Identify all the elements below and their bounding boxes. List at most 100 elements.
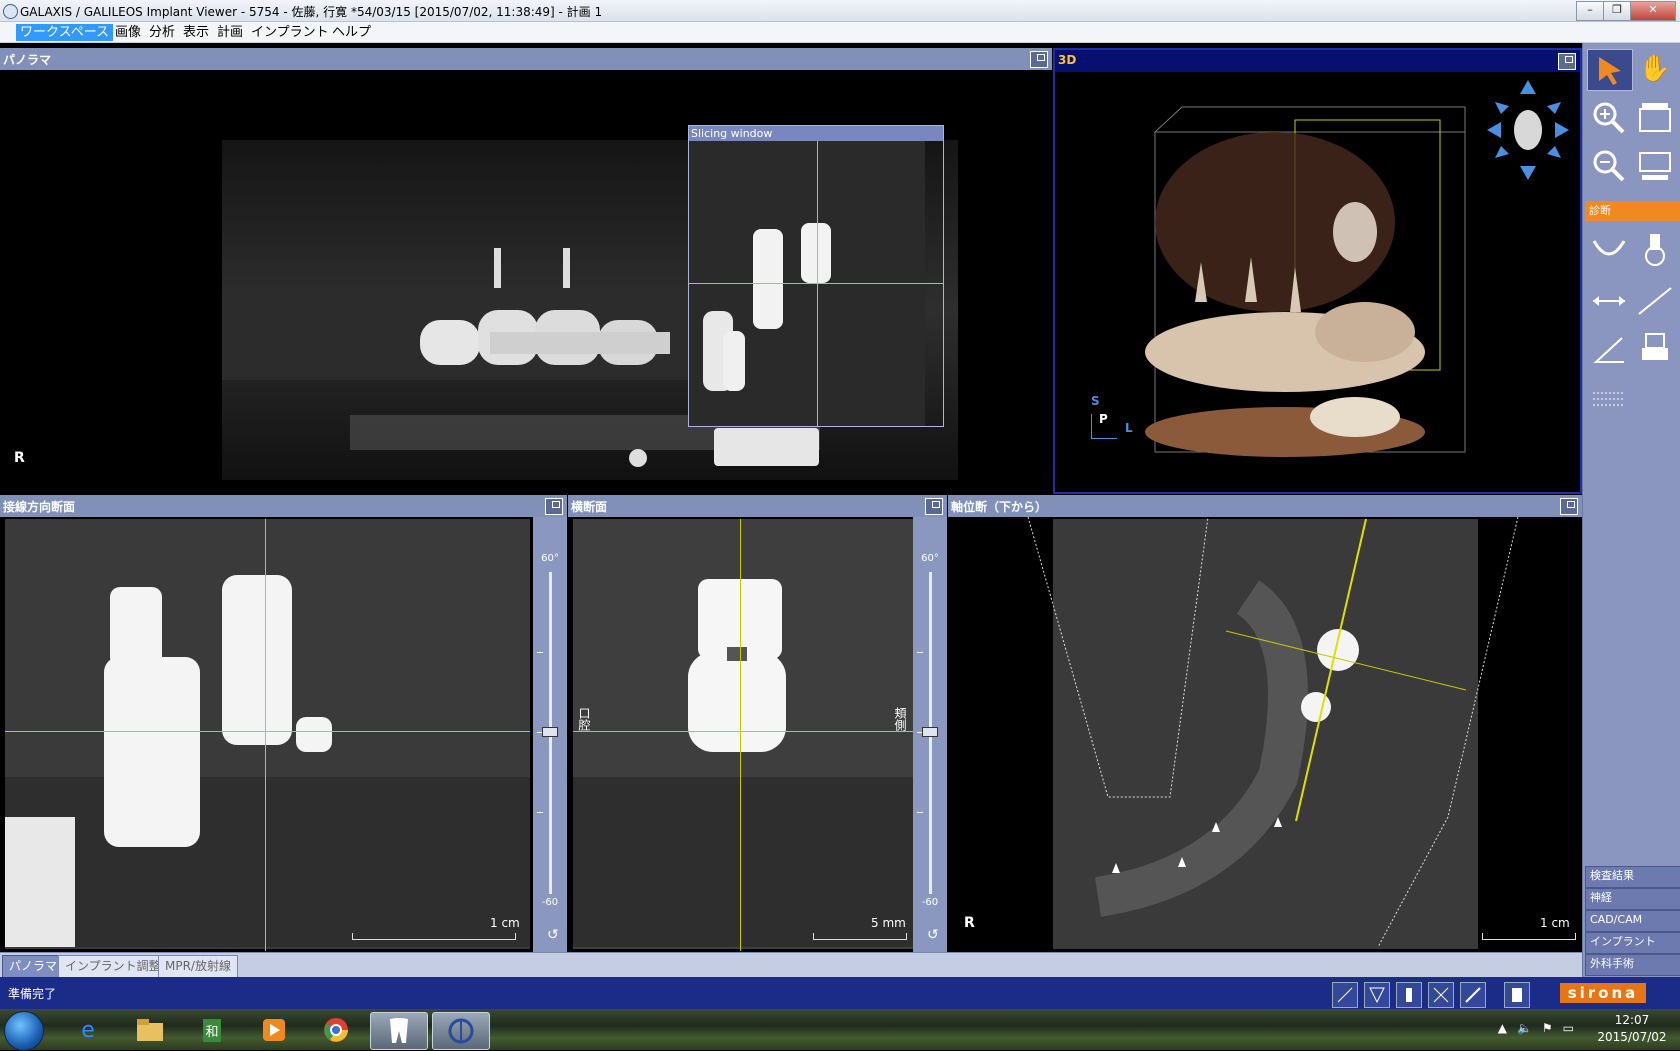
drill-icon[interactable] xyxy=(1460,982,1486,1008)
tangential-pane[interactable]: 接線方向断面 1 cm 60° -60 ↺ xyxy=(0,495,567,952)
nerve-tool-icon[interactable] xyxy=(1633,229,1677,269)
maximize-icon[interactable] xyxy=(545,498,563,515)
implant-button[interactable]: インプラント xyxy=(1585,932,1680,954)
internet-explorer-icon[interactable]: e xyxy=(60,1012,116,1048)
crosshair-horizontal xyxy=(573,731,913,732)
reset-slider-icon[interactable]: ↺ xyxy=(927,927,939,943)
density-measure-icon[interactable] xyxy=(1587,379,1631,419)
menu-plan[interactable]: 計画 xyxy=(213,24,247,41)
tangential-xray-graphic xyxy=(5,519,530,949)
maximize-icon[interactable] xyxy=(1560,498,1578,515)
workspace-tab-bar: パノラマ インプラント調整 MPR/放射線 xyxy=(0,952,1582,979)
sidexis-app-icon[interactable] xyxy=(370,1012,428,1050)
file-explorer-icon[interactable] xyxy=(122,1012,178,1048)
select-arrow-icon[interactable] xyxy=(1587,49,1633,91)
findings-button[interactable]: 検査結果 xyxy=(1585,866,1680,888)
axial-image[interactable]: R 1 cm xyxy=(948,517,1582,952)
panorama-image[interactable]: Slicing window R xyxy=(0,70,1052,494)
implant-view-icon[interactable] xyxy=(1396,982,1422,1008)
orientation-marker: R xyxy=(14,450,25,466)
menu-bar: ワークスペース 画像 分析 表示 計画 インプラント ヘルプ xyxy=(0,22,1680,43)
chrome-icon[interactable] xyxy=(308,1012,364,1048)
scale-label: 5 mm xyxy=(871,916,906,930)
galileos-app-icon[interactable] xyxy=(432,1012,490,1050)
view3d-pane-header: 3D xyxy=(1055,50,1580,73)
angle-view-icon[interactable] xyxy=(1428,982,1454,1008)
slice-down-icon[interactable] xyxy=(1633,146,1677,186)
axial-pane-header: 軸位断（下から） xyxy=(948,495,1582,518)
restore-button[interactable]: ❐ xyxy=(1603,1,1631,21)
slicing-window[interactable]: Slicing window xyxy=(688,125,944,427)
minimize-button[interactable]: – xyxy=(1576,1,1604,21)
ime-tool-icon[interactable]: 和 xyxy=(184,1012,240,1048)
diagonal-measure-icon[interactable] xyxy=(1633,281,1677,321)
slice-up-icon[interactable] xyxy=(1633,98,1677,138)
maximize-icon[interactable] xyxy=(925,498,943,515)
cross-section-pane[interactable]: 横断面 口腔 頬側 5 mm 60° -60 ↺ xyxy=(568,495,947,952)
menu-implant[interactable]: インプラント xyxy=(247,24,333,41)
menu-image[interactable]: 画像 xyxy=(111,24,145,41)
lingual-side-label: 口腔 xyxy=(577,707,591,731)
print-icon[interactable] xyxy=(1633,329,1677,369)
layout-icon[interactable] xyxy=(1332,982,1358,1008)
cross-section-image[interactable]: 口腔 頬側 5 mm xyxy=(568,517,913,952)
angle-measure-icon[interactable] xyxy=(1587,329,1631,369)
orientation-head-icon[interactable] xyxy=(1487,80,1569,180)
cad-cam-button[interactable]: CAD/CAM xyxy=(1585,910,1680,932)
tangential-tilt-slider[interactable]: 60° -60 ↺ xyxy=(533,517,567,952)
view3d-pane[interactable]: 3D S P L xyxy=(1053,48,1582,494)
menu-analysis[interactable]: 分析 xyxy=(145,24,179,41)
zoom-out-icon[interactable] xyxy=(1587,146,1631,186)
tangential-image[interactable]: 1 cm xyxy=(0,517,533,952)
start-button[interactable] xyxy=(4,1011,44,1051)
axial-pane[interactable]: 軸位断（下から） R 1 cm xyxy=(948,495,1582,952)
taskbar-clock[interactable]: 12:07 2015/07/02 xyxy=(1592,1012,1672,1046)
status-bar: 準備完了 sirona xyxy=(0,977,1680,1009)
panoramic-curve-icon[interactable] xyxy=(1587,229,1631,269)
scale-bar xyxy=(1482,933,1576,940)
pan-hand-icon[interactable]: ✋ xyxy=(1633,49,1677,89)
menu-help[interactable]: ヘルプ xyxy=(328,24,375,41)
slicing-crosshair-horizontal xyxy=(689,283,943,284)
crosshair-horizontal xyxy=(5,731,530,732)
windows-taskbar: e 和 ▲🔈⚑▭ 12:07 2015/07/02 xyxy=(0,1009,1680,1051)
implant-axis-icon[interactable] xyxy=(1364,982,1390,1008)
clock-date: 2015/07/02 xyxy=(1597,1030,1667,1044)
axis-s-label: S xyxy=(1091,394,1100,408)
slicing-window-title: Slicing window xyxy=(689,126,943,141)
crosshair-vertical xyxy=(740,519,741,951)
system-tray[interactable]: ▲🔈⚑▭ xyxy=(1498,1021,1584,1035)
panorama-pane[interactable]: パノラマ Slicing window R xyxy=(0,48,1052,494)
status-text: 準備完了 xyxy=(8,987,57,1001)
scale-label: 1 cm xyxy=(490,916,520,930)
tab-implant-adjust[interactable]: インプラント調整 xyxy=(58,955,168,979)
close-button[interactable]: ✕ xyxy=(1630,1,1676,21)
media-player-icon[interactable] xyxy=(246,1012,302,1048)
maximize-icon[interactable] xyxy=(1030,51,1048,68)
axis-p-label: P xyxy=(1099,412,1108,426)
app-icon xyxy=(3,4,18,19)
panorama-pane-header: パノラマ xyxy=(0,48,1052,71)
window-title-bar[interactable]: GALAXIS / GALILEOS Implant Viewer - 5754… xyxy=(0,0,1680,22)
scale-bar xyxy=(813,933,907,940)
scale-bar xyxy=(352,933,516,940)
nerve-button[interactable]: 神経 xyxy=(1585,888,1680,910)
tab-mpr-radial[interactable]: MPR/放射線 xyxy=(158,955,238,979)
menu-view[interactable]: 表示 xyxy=(179,24,213,41)
distance-measure-icon[interactable] xyxy=(1587,281,1631,321)
surgery-button[interactable]: 外科手術 xyxy=(1585,954,1680,976)
maximize-icon[interactable] xyxy=(1558,53,1576,70)
slider-thumb[interactable] xyxy=(922,727,938,737)
menu-workspace[interactable]: ワークスペース xyxy=(16,24,114,41)
tooth-settings-icon[interactable] xyxy=(1504,982,1530,1008)
tab-panorama[interactable]: パノラマ xyxy=(2,955,65,979)
zoom-in-icon[interactable] xyxy=(1587,98,1631,138)
slider-thumb[interactable] xyxy=(542,727,558,737)
reset-slider-icon[interactable]: ↺ xyxy=(547,927,559,943)
slider-min-label: -60 xyxy=(921,897,939,908)
panorama-pane-title: パノラマ xyxy=(3,53,52,67)
window-title: GALAXIS / GALILEOS Implant Viewer - 5754… xyxy=(20,5,603,19)
slider-max-label: 60° xyxy=(541,553,559,564)
cross-tilt-slider[interactable]: 60° -60 ↺ xyxy=(913,517,947,952)
view3d-render[interactable]: S P L xyxy=(1055,72,1580,492)
